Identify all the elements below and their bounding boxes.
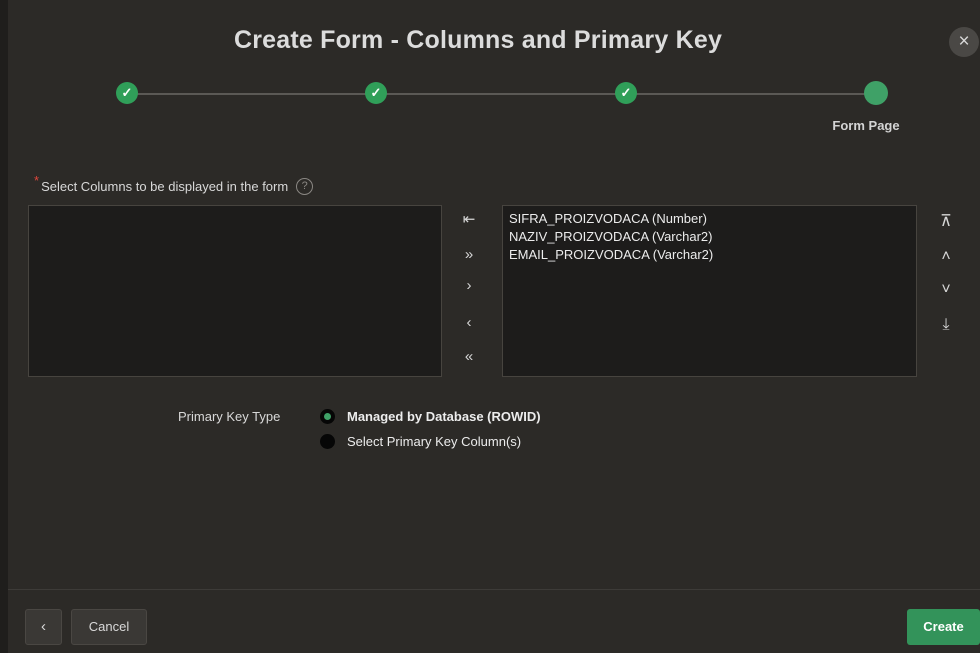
reset-icon: ⇤	[462, 211, 476, 228]
chevron-down-icon: ˅	[941, 281, 951, 298]
list-item[interactable]: NAZIV_PROIZVODACA (Varchar2)	[509, 228, 910, 246]
remove-button[interactable]: ‹	[457, 311, 481, 335]
radio-select-primary-key-columns[interactable]: Select Primary Key Column(s)	[320, 434, 521, 449]
chevron-right-icon: ›	[466, 277, 472, 294]
selected-columns-list[interactable]: SIFRA_PROIZVODACA (Number) NAZIV_PROIZVO…	[502, 205, 917, 377]
move-top-button[interactable]: ⊼	[934, 210, 958, 234]
train-connector-line	[127, 93, 884, 95]
columns-label-text: Select Columns to be displayed in the fo…	[41, 179, 289, 194]
help-icon[interactable]: ?	[296, 178, 314, 195]
radio-label: Managed by Database (ROWID)	[347, 409, 541, 424]
remove-all-button[interactable]: «	[457, 345, 481, 369]
create-button[interactable]: Create	[907, 609, 980, 645]
required-marker: *	[34, 173, 40, 188]
background-edge	[0, 0, 8, 653]
shuttle-reset-button[interactable]: ⇤	[457, 208, 481, 232]
move-all-button[interactable]: »	[457, 243, 481, 267]
available-columns-list[interactable]	[28, 205, 442, 377]
train-current-step-label: Form Page	[832, 118, 900, 133]
move-bottom-button[interactable]: ⤓	[934, 313, 958, 337]
move-up-button[interactable]: ˄	[934, 245, 958, 269]
back-button[interactable]: ‹	[25, 609, 62, 645]
chevron-up-icon: ˄	[941, 248, 951, 265]
train-step-1-check-icon: ✓	[116, 82, 138, 104]
cancel-button[interactable]: Cancel	[71, 609, 147, 645]
radio-managed-by-database[interactable]: Managed by Database (ROWID)	[320, 409, 541, 424]
chevron-left-icon: ‹	[466, 314, 472, 331]
radio-label: Select Primary Key Column(s)	[347, 434, 522, 449]
close-icon: ×	[958, 31, 970, 52]
move-top-icon: ⊼	[940, 213, 952, 230]
train-step-3-check-icon: ✓	[615, 82, 637, 104]
radio-unselected-icon	[320, 434, 335, 449]
train-step-2-check-icon: ✓	[365, 82, 387, 104]
move-bottom-icon: ⤓	[942, 316, 950, 333]
columns-field-label: * Select Columns to be displayed in the …	[34, 173, 314, 195]
move-button[interactable]: ›	[457, 274, 481, 298]
move-down-button[interactable]: ˅	[934, 278, 958, 302]
wizard-progress-train: ✓ ✓ ✓ Form Page	[8, 81, 980, 142]
create-form-dialog: Create Form - Columns and Primary Key × …	[8, 0, 980, 653]
primary-key-type-label: Primary Key Type	[178, 409, 281, 424]
list-item[interactable]: EMAIL_PROIZVODACA (Varchar2)	[509, 246, 910, 264]
dialog-title: Create Form - Columns and Primary Key	[233, 26, 723, 54]
double-chevron-left-icon: «	[464, 348, 474, 365]
chevron-left-icon: ‹	[41, 618, 46, 635]
train-step-4-current	[864, 81, 888, 105]
double-chevron-right-icon: »	[464, 246, 474, 263]
list-item[interactable]: SIFRA_PROIZVODACA (Number)	[509, 210, 910, 228]
close-button[interactable]: ×	[949, 27, 979, 57]
footer-divider	[8, 589, 980, 590]
radio-selected-icon	[320, 409, 335, 424]
